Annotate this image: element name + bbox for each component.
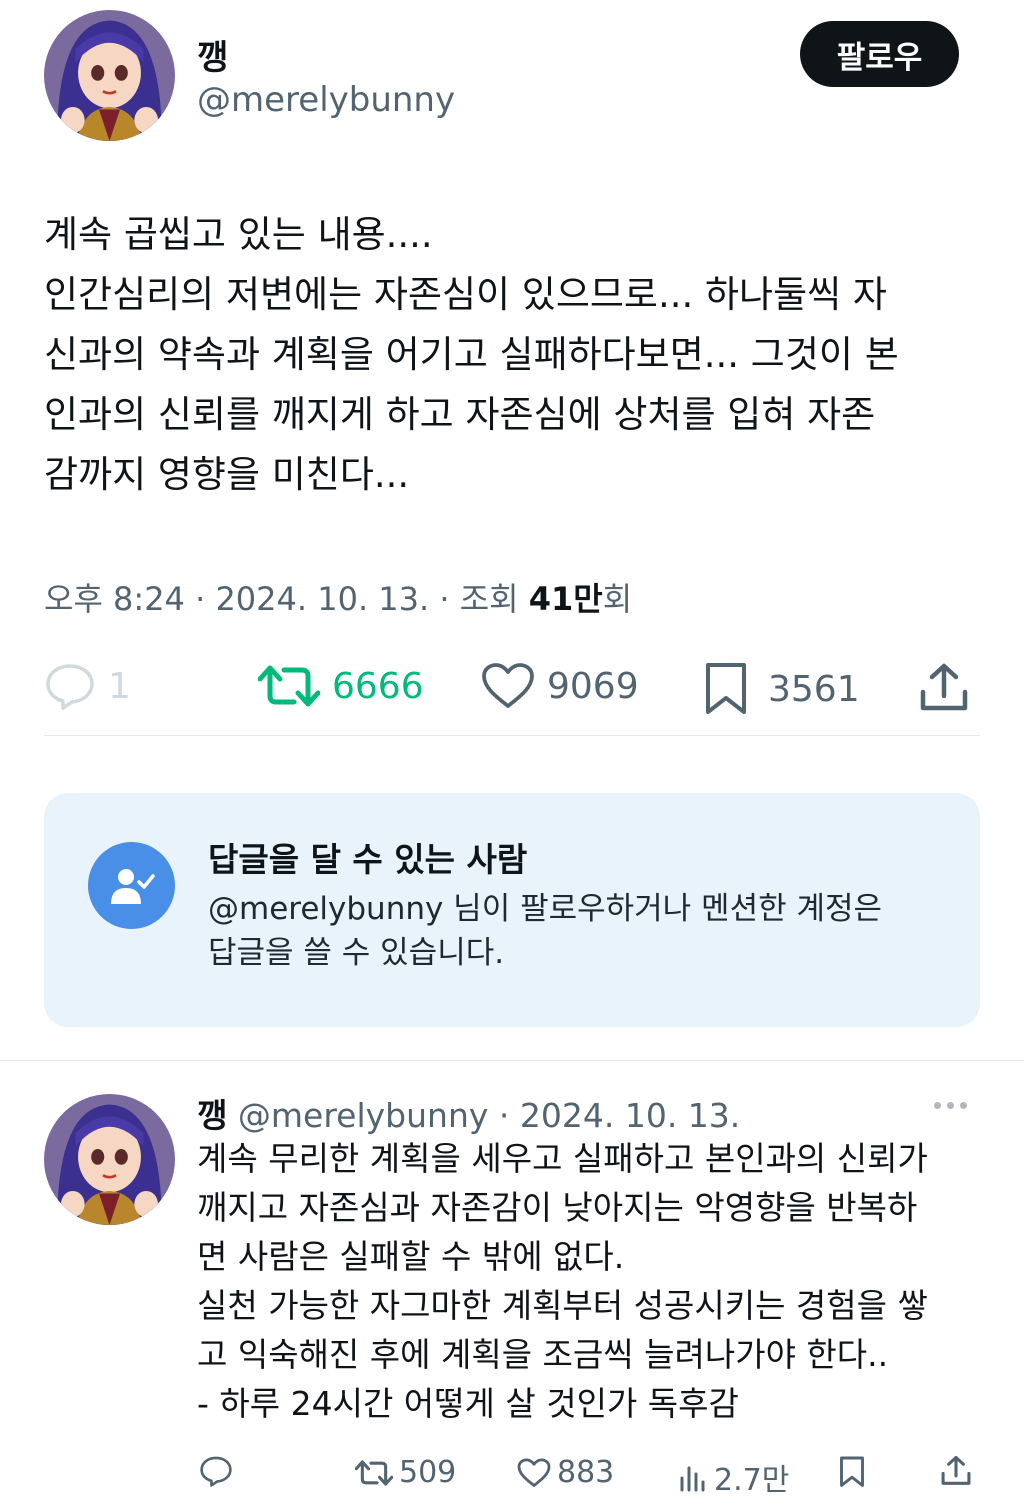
reply-text-line: 깨지고 자존심과 자존감이 낮아지는 악영향을 반복하 [197,1188,918,1227]
reply-retweet-button[interactable]: 509 [355,1455,456,1490]
retweet-count: 6666 [332,665,424,707]
like-button[interactable]: 9069 [481,662,639,710]
reply-restriction-desc: @merelybunny 님이 팔로우하거나 멘션한 계정은 답글을 쓸 수 있… [208,887,882,975]
share-icon [920,663,968,711]
author-handle[interactable]: @merelybunny [197,80,455,120]
retweet-button[interactable]: 6666 [258,662,424,710]
tweet-text: 계속 곱씹고 있는 내용.... 인간심리의 저변에는 자존심이 있으므로...… [44,205,984,505]
bookmark-button[interactable]: 3561 [702,662,860,716]
reply-restriction-desc-line: @merelybunny 님이 팔로우하거나 멘션한 계정은 [208,891,883,927]
reply-icon [46,664,94,710]
reply-author-avatar[interactable] [44,1094,175,1225]
bookmark-icon [706,663,746,714]
tweet-time[interactable]: 오후 8:24 [44,580,185,618]
author-name[interactable]: 깽 [197,30,228,79]
reply-share-button[interactable] [940,1455,972,1487]
reply-count: 1 [108,665,131,707]
tweet-text-line: 감까지 영향을 미친다... [44,453,410,496]
heart-icon [482,663,534,708]
bookmark-count: 3561 [768,668,860,710]
reply-restriction-title: 답글을 달 수 있는 사람 [208,840,528,879]
more-icon[interactable] [934,1102,967,1109]
tweet-text-line: 계속 곱씹고 있는 내용.... [44,213,433,256]
bookmark-icon [840,1456,864,1487]
tweet-date[interactable]: 2024. 10. 13. [215,580,429,618]
meta-separator: · [488,1096,520,1135]
tweet-text-line: 신과의 약속과 계획을 어기고 실패하다보면... 그것이 본 [44,333,899,376]
like-count: 9069 [547,665,639,707]
views-label: 조회 [459,580,519,618]
tweet-meta: 오후 8:24 · 2024. 10. 13. · 조회 41만회 [44,574,632,620]
reply-text-line: 실천 가능한 자그마한 계획부터 성공시키는 경험을 쌓 [197,1286,928,1325]
views-icon [680,1466,705,1492]
reply-restriction-box: 답글을 달 수 있는 사람 @merelybunny 님이 팔로우하거나 멘션한… [44,793,980,1027]
reply-bookmark-button[interactable] [838,1455,866,1489]
reply-views-count: 2.7만 [714,1463,790,1498]
views-suffix: 회 [602,580,633,618]
person-check-icon [88,842,175,929]
follow-button[interactable]: 팔로우 [800,21,959,87]
reply-views-button[interactable]: 2.7만 [678,1455,789,1499]
retweet-icon [355,1459,393,1486]
divider [44,735,980,736]
author-avatar[interactable] [44,10,175,141]
meta-separator: · [195,580,216,618]
tweet-text-line: 인과의 신뢰를 깨지게 하고 자존심에 상처를 입혀 자존 [44,393,876,436]
reply-text: 계속 무리한 계획을 세우고 실패하고 본인과의 신뢰가 깨지고 자존심과 자존… [197,1134,997,1428]
retweet-icon [258,665,320,707]
tweet-text-line: 인간심리의 저변에는 자존심이 있으므로... 하나둘씩 자 [44,273,887,316]
reply-button[interactable]: 1 [44,662,131,710]
reply-text-line: 계속 무리한 계획을 세우고 실패하고 본인과의 신뢰가 [197,1139,928,1178]
reply-header: 깽 @merelybunny · 2024. 10. 13. [197,1089,740,1137]
share-icon [941,1455,971,1485]
reply-text-line: - 하루 24시간 어떻게 살 것인가 독후감 [197,1384,739,1423]
reply-date[interactable]: 2024. 10. 13. [520,1096,740,1135]
reply-retweet-count: 509 [399,1455,457,1490]
meta-separator: · [439,580,460,618]
reply-reply-button[interactable] [199,1455,233,1487]
reply-like-button[interactable]: 883 [517,1455,614,1490]
divider [0,1060,1024,1061]
reply-icon [200,1456,232,1487]
views-count: 41만 [528,580,603,618]
reply-text-line: 면 사람은 실패할 수 밖에 없다. [197,1237,625,1276]
reply-like-count: 883 [557,1455,615,1490]
reply-author-name[interactable]: 깽 [197,1096,227,1135]
reply-author-handle[interactable]: @merelybunny [238,1096,489,1135]
reply-restriction-desc-line: 답글을 쓸 수 있습니다. [208,935,505,971]
heart-icon [517,1457,551,1487]
share-button[interactable] [918,662,970,714]
reply-text-line: 고 익숙해진 후에 계획을 조금씩 늘려나가야 한다.. [197,1335,889,1374]
